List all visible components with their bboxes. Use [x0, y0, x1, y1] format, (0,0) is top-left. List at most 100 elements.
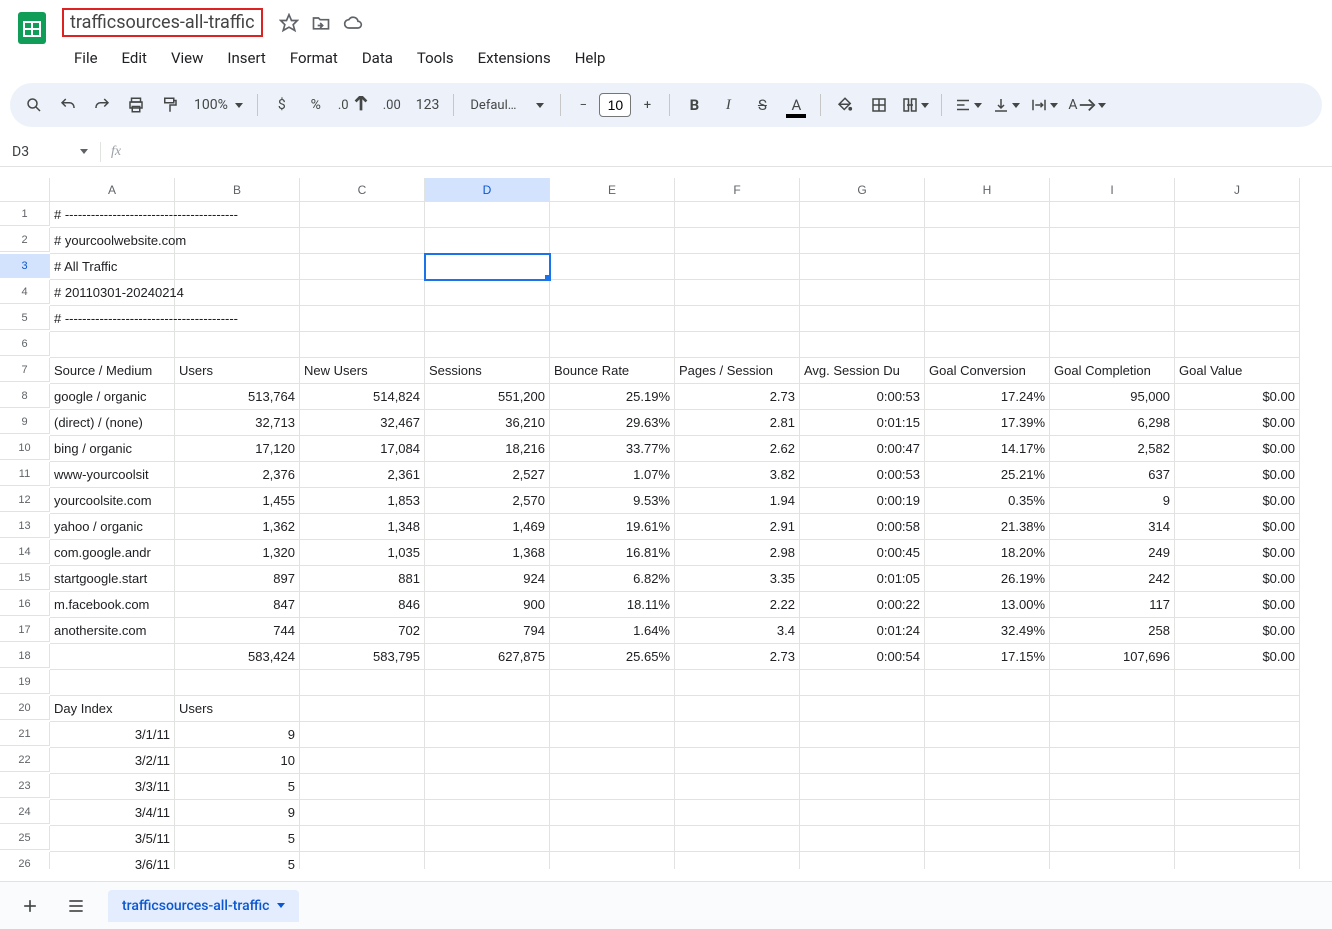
- cell[interactable]: 32,713: [175, 410, 300, 436]
- cell[interactable]: [550, 774, 675, 800]
- cell[interactable]: Users: [175, 696, 300, 722]
- cell[interactable]: [925, 722, 1050, 748]
- cell[interactable]: [800, 306, 925, 332]
- cell[interactable]: [300, 696, 425, 722]
- column-header[interactable]: J: [1175, 178, 1300, 202]
- cell[interactable]: [1050, 852, 1175, 869]
- column-header[interactable]: G: [800, 178, 925, 202]
- font-size-input[interactable]: [599, 93, 631, 117]
- cell[interactable]: [675, 670, 800, 696]
- cell[interactable]: [175, 332, 300, 358]
- cell[interactable]: 17.24%: [925, 384, 1050, 410]
- cell[interactable]: 25.21%: [925, 462, 1050, 488]
- cell[interactable]: yahoo / organic: [50, 514, 175, 540]
- cell[interactable]: [800, 670, 925, 696]
- cell[interactable]: [300, 254, 425, 280]
- cell[interactable]: 794: [425, 618, 550, 644]
- cell[interactable]: 9: [1050, 488, 1175, 514]
- row-header[interactable]: 22: [0, 748, 50, 772]
- cell[interactable]: Goal Completion: [1050, 358, 1175, 384]
- cell[interactable]: [1175, 670, 1300, 696]
- cell[interactable]: [675, 748, 800, 774]
- cell[interactable]: 1,853: [300, 488, 425, 514]
- cell[interactable]: 2.22: [675, 592, 800, 618]
- cell[interactable]: 1.94: [675, 488, 800, 514]
- row-header[interactable]: 24: [0, 800, 50, 824]
- select-all-corner[interactable]: [0, 178, 50, 202]
- paint-format-icon[interactable]: [154, 89, 186, 121]
- cell[interactable]: bing / organic: [50, 436, 175, 462]
- cell[interactable]: [925, 852, 1050, 869]
- menu-file[interactable]: File: [64, 43, 108, 73]
- cell[interactable]: 900: [425, 592, 550, 618]
- column-header[interactable]: E: [550, 178, 675, 202]
- name-box[interactable]: D3: [0, 144, 100, 160]
- cell[interactable]: 10: [175, 748, 300, 774]
- cell[interactable]: [175, 228, 300, 254]
- cell[interactable]: 551,200: [425, 384, 550, 410]
- cell[interactable]: [675, 228, 800, 254]
- cell[interactable]: 1,368: [425, 540, 550, 566]
- cell[interactable]: [1175, 774, 1300, 800]
- cell[interactable]: [1050, 826, 1175, 852]
- cell[interactable]: 5: [175, 852, 300, 869]
- cell[interactable]: [425, 852, 550, 869]
- row-header[interactable]: 2: [0, 228, 50, 252]
- cell[interactable]: [800, 826, 925, 852]
- cell[interactable]: [1175, 826, 1300, 852]
- cell[interactable]: [675, 722, 800, 748]
- cell[interactable]: [550, 332, 675, 358]
- cell[interactable]: [800, 254, 925, 280]
- cell[interactable]: [550, 670, 675, 696]
- cell[interactable]: [425, 228, 550, 254]
- cell[interactable]: 2,376: [175, 462, 300, 488]
- cell[interactable]: 29.63%: [550, 410, 675, 436]
- cell[interactable]: 2.62: [675, 436, 800, 462]
- menu-edit[interactable]: Edit: [112, 43, 157, 73]
- cell[interactable]: 36,210: [425, 410, 550, 436]
- cell[interactable]: 0:00:45: [800, 540, 925, 566]
- cell[interactable]: [925, 228, 1050, 254]
- cell[interactable]: [300, 800, 425, 826]
- cell[interactable]: 21.38%: [925, 514, 1050, 540]
- cell[interactable]: 3.35: [675, 566, 800, 592]
- cell[interactable]: 583,795: [300, 644, 425, 670]
- cell[interactable]: [1050, 670, 1175, 696]
- cell[interactable]: 25.65%: [550, 644, 675, 670]
- cell[interactable]: [1175, 280, 1300, 306]
- menu-data[interactable]: Data: [352, 43, 403, 73]
- cell[interactable]: [1050, 332, 1175, 358]
- cell[interactable]: [800, 332, 925, 358]
- cell[interactable]: [425, 254, 550, 280]
- cell[interactable]: [175, 670, 300, 696]
- row-header[interactable]: 6: [0, 332, 50, 356]
- cell[interactable]: 847: [175, 592, 300, 618]
- spreadsheet-grid[interactable]: ABCDEFGHIJ1# ---------------------------…: [0, 178, 1332, 869]
- cell[interactable]: [1175, 800, 1300, 826]
- cell[interactable]: [800, 696, 925, 722]
- column-header[interactable]: I: [1050, 178, 1175, 202]
- cell[interactable]: Pages / Session: [675, 358, 800, 384]
- zoom-select[interactable]: 100%: [188, 89, 249, 121]
- cell[interactable]: [800, 852, 925, 869]
- chevron-down-icon[interactable]: [277, 903, 285, 908]
- cell[interactable]: [925, 280, 1050, 306]
- cell[interactable]: 1,469: [425, 514, 550, 540]
- cell[interactable]: $0.00: [1175, 592, 1300, 618]
- cell[interactable]: $0.00: [1175, 566, 1300, 592]
- cell[interactable]: # yourcoolwebsite.com: [50, 228, 175, 254]
- increase-font-button[interactable]: +: [633, 91, 661, 119]
- sheets-logo-icon[interactable]: [12, 8, 52, 48]
- cell[interactable]: www-yourcoolsit: [50, 462, 175, 488]
- cell[interactable]: # --------------------------------------…: [50, 306, 175, 332]
- cell[interactable]: 9: [175, 722, 300, 748]
- row-header[interactable]: 16: [0, 592, 50, 616]
- row-header[interactable]: 21: [0, 722, 50, 746]
- cell[interactable]: [550, 228, 675, 254]
- cell[interactable]: 26.19%: [925, 566, 1050, 592]
- cell[interactable]: $0.00: [1175, 514, 1300, 540]
- cell[interactable]: 0.35%: [925, 488, 1050, 514]
- cell[interactable]: Source / Medium: [50, 358, 175, 384]
- cell[interactable]: [300, 852, 425, 869]
- cell[interactable]: 0:01:24: [800, 618, 925, 644]
